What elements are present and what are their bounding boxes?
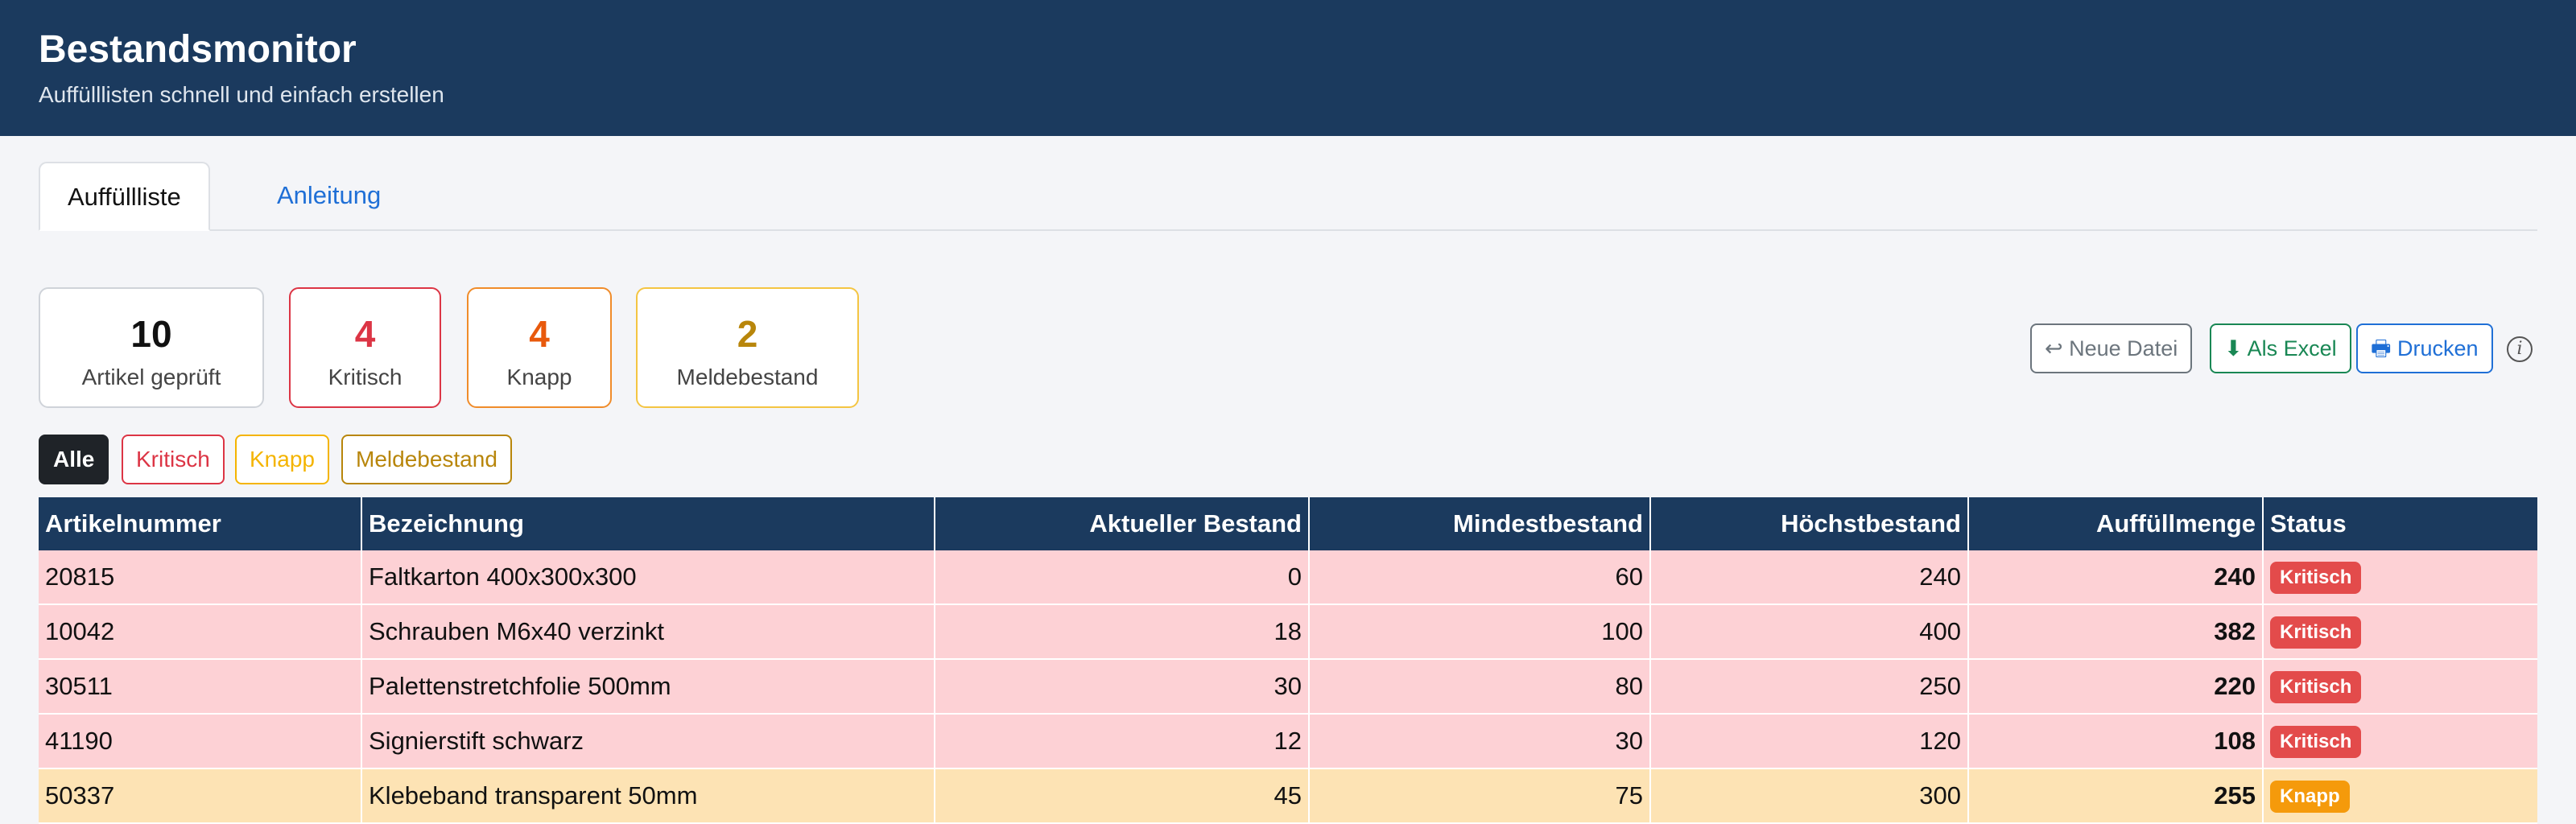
summary-label: Knapp — [506, 365, 572, 389]
status-badge: Kritisch — [2270, 670, 2362, 703]
table-row[interactable]: 50337 Klebeband transparent 50mm 45 75 300 25… — [39, 768, 2537, 824]
col-artikelnummer[interactable]: Artikelnummer — [39, 497, 362, 550]
cell-artikelnummer: 10042 — [39, 604, 362, 660]
cell-hoechstbestand: 240 — [1650, 550, 1969, 605]
cell-auffuellmenge: 220 — [1968, 659, 2264, 715]
cell-artikelnummer: 20815 — [39, 550, 362, 605]
filter-alle[interactable]: Alle — [39, 435, 109, 484]
app-title: Bestandsmonitor — [39, 28, 357, 71]
status-badge: Kritisch — [2270, 561, 2362, 594]
cell-mindestbestand: 75 — [1309, 768, 1651, 824]
status-badge: Kritisch — [2270, 616, 2362, 649]
summary-value: 4 — [354, 313, 376, 355]
filter-meldebestand[interactable]: Meldebestand — [341, 435, 512, 484]
tab-anleitung[interactable]: Anleitung — [250, 162, 408, 229]
app-subtitle: Auffülllisten schnell und einfach erstel… — [39, 82, 444, 107]
tab-auffuellliste[interactable]: Auffüllliste — [39, 162, 210, 231]
cell-bezeichnung: Signierstift schwarz — [361, 714, 935, 769]
cell-auffuellmenge: 108 — [1968, 714, 2264, 769]
info-icon[interactable]: i — [2507, 336, 2533, 362]
status-badge: Knapp — [2270, 780, 2350, 813]
cell-hoechstbestand: 250 — [1650, 659, 1969, 715]
cell-auffuellmenge: 382 — [1968, 604, 2264, 660]
col-auffuellmenge[interactable]: Auffüllmenge — [1968, 497, 2264, 550]
cell-aktueller-bestand: 18 — [935, 604, 1310, 660]
summary-card-checked: 10 Artikel geprüft — [39, 287, 264, 408]
cell-status: Knapp — [2263, 768, 2537, 824]
cell-status: Kritisch — [2263, 659, 2537, 715]
summary-label: Artikel geprüft — [81, 365, 221, 389]
cell-hoechstbestand: 120 — [1650, 714, 1969, 769]
summary-card-kritisch: 4 Kritisch — [289, 287, 441, 408]
cell-aktueller-bestand: 0 — [935, 550, 1310, 605]
cell-aktueller-bestand: 12 — [935, 714, 1310, 769]
summary-card-knapp: 4 Knapp — [467, 287, 612, 408]
summary-card-meldebestand: 2 Meldebestand — [636, 287, 859, 408]
print-button[interactable]: 🖶 Drucken — [2356, 323, 2493, 373]
col-hoechstbestand[interactable]: Höchstbestand — [1650, 497, 1969, 550]
summary-value: 4 — [529, 313, 550, 355]
table-row[interactable]: 30511 Palettenstretchfolie 500mm 30 80 250 22… — [39, 659, 2537, 715]
cell-mindestbestand: 80 — [1309, 659, 1651, 715]
table-row[interactable]: 41190 Signierstift schwarz 12 30 120 108 Kriti… — [39, 714, 2537, 769]
cell-mindestbestand: 60 — [1309, 550, 1651, 605]
cell-aktueller-bestand: 45 — [935, 768, 1310, 824]
cell-status: Kritisch — [2263, 604, 2537, 660]
summary-value: 10 — [130, 313, 172, 355]
summary-label: Kritisch — [328, 365, 402, 389]
table-row[interactable]: 10042 Schrauben M6x40 verzinkt 18 100 400 382… — [39, 604, 2537, 660]
table-row[interactable]: 20815 Faltkarton 400x300x300 0 60 240 240 Krit… — [39, 550, 2537, 605]
cell-auffuellmenge: 255 — [1968, 768, 2264, 824]
tab-bar: Auffüllliste Anleitung — [39, 162, 2537, 231]
cell-artikelnummer: 41190 — [39, 714, 362, 769]
cell-bezeichnung: Palettenstretchfolie 500mm — [361, 659, 935, 715]
cell-status: Kritisch — [2263, 550, 2537, 605]
filter-kritisch[interactable]: Kritisch — [122, 435, 225, 484]
table-header-row: Artikelnummer Bezeichnung Aktueller Best… — [39, 497, 2537, 550]
cell-auffuellmenge: 240 — [1968, 550, 2264, 605]
cell-mindestbestand: 30 — [1309, 714, 1651, 769]
col-aktueller-bestand[interactable]: Aktueller Bestand — [935, 497, 1310, 550]
cell-hoechstbestand: 400 — [1650, 604, 1969, 660]
summary-label: Meldebestand — [676, 365, 819, 389]
cell-aktueller-bestand: 30 — [935, 659, 1310, 715]
cell-mindestbestand: 100 — [1309, 604, 1651, 660]
filter-knapp[interactable]: Knapp — [235, 435, 329, 484]
cell-status: Kritisch — [2263, 714, 2537, 769]
summary-value: 2 — [737, 313, 758, 355]
cell-artikelnummer: 50337 — [39, 768, 362, 824]
excel-export-button[interactable]: ⬇ Als Excel — [2210, 323, 2351, 373]
cell-bezeichnung: Klebeband transparent 50mm — [361, 768, 935, 824]
new-file-button[interactable]: ↩ Neue Datei — [2030, 323, 2193, 373]
cell-bezeichnung: Faltkarton 400x300x300 — [361, 550, 935, 605]
col-bezeichnung[interactable]: Bezeichnung — [361, 497, 935, 550]
cell-bezeichnung: Schrauben M6x40 verzinkt — [361, 604, 935, 660]
status-badge: Kritisch — [2270, 725, 2362, 758]
col-mindestbestand[interactable]: Mindestbestand — [1309, 497, 1651, 550]
col-status[interactable]: Status — [2263, 497, 2537, 550]
cell-hoechstbestand: 300 — [1650, 768, 1969, 824]
app-header: Bestandsmonitor Auffülllisten schnell un… — [0, 0, 2576, 136]
restock-table: Artikelnummer Bezeichnung Aktueller Best… — [39, 497, 2537, 824]
cell-artikelnummer: 30511 — [39, 659, 362, 715]
